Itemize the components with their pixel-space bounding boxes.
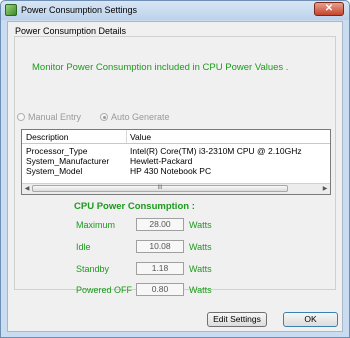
standby-label: Standby (76, 264, 110, 274)
app-icon (5, 4, 17, 16)
column-header-value[interactable]: Value (130, 132, 151, 142)
idle-value-field: 10.08 (136, 240, 184, 253)
cpu-power-title: CPU Power Consumption : (74, 201, 195, 212)
powered-off-value-field: 0.80 (136, 283, 184, 296)
auto-generate-radio[interactable] (100, 113, 108, 121)
table-cell-description: Processor_Type (26, 146, 88, 156)
powered-off-unit: Watts (189, 285, 212, 295)
table-cell-value: HP 430 Notebook PC (130, 166, 212, 176)
table-header: Description Value (22, 130, 330, 144)
table-row[interactable]: System_Manufacturer Hewlett-Packard (22, 156, 330, 166)
table-row[interactable]: System_Model HP 430 Notebook PC (22, 166, 330, 176)
close-button[interactable]: ✕ (314, 2, 344, 16)
idle-label: Idle (76, 242, 91, 252)
table-cell-value: Hewlett-Packard (130, 156, 193, 166)
manual-entry-option[interactable]: Manual Entry (17, 112, 81, 122)
maximum-label: Maximum (76, 220, 116, 230)
auto-generate-option[interactable]: Auto Generate (100, 112, 170, 122)
auto-generate-label: Auto Generate (111, 112, 170, 122)
scroll-right-icon[interactable]: ▶ (321, 185, 329, 193)
table-row[interactable]: Processor_Type Intel(R) Core(TM) i3-2310… (22, 146, 330, 156)
window-title: Power Consumption Settings (21, 5, 138, 15)
edit-settings-button[interactable]: Edit Settings (207, 312, 267, 327)
manual-entry-radio[interactable] (17, 113, 25, 121)
column-divider[interactable] (126, 130, 127, 143)
standby-value-field: 1.18 (136, 262, 184, 275)
manual-entry-label: Manual Entry (28, 112, 82, 122)
powered-off-label: Powered OFF (76, 285, 133, 295)
horizontal-scrollbar[interactable]: ◀ III ▶ (22, 183, 330, 194)
idle-unit: Watts (189, 242, 212, 252)
table-cell-description: System_Manufacturer (26, 156, 110, 166)
system-info-table: Description Value Processor_Type Intel(R… (21, 129, 331, 195)
power-consumption-settings-window: Power Consumption Settings ✕ Power Consu… (0, 0, 350, 338)
table-cell-description: System_Model (26, 166, 83, 176)
scrollbar-thumb[interactable]: III (32, 185, 288, 192)
title-bar[interactable]: Power Consumption Settings ✕ (1, 1, 349, 20)
column-header-description[interactable]: Description (26, 132, 69, 142)
maximum-value-field: 28.00 (136, 218, 184, 231)
dialog-body: Power Consumption Details Monitor Power … (7, 21, 343, 332)
standby-unit: Watts (189, 264, 212, 274)
ok-button[interactable]: OK (283, 312, 338, 327)
maximum-unit: Watts (189, 220, 212, 230)
details-group-label: Power Consumption Details (15, 26, 127, 36)
monitor-power-note: Monitor Power Consumption included in CP… (32, 62, 289, 73)
table-cell-value: Intel(R) Core(TM) i3-2310M CPU @ 2.10GHz (130, 146, 302, 156)
scroll-left-icon[interactable]: ◀ (23, 185, 31, 193)
